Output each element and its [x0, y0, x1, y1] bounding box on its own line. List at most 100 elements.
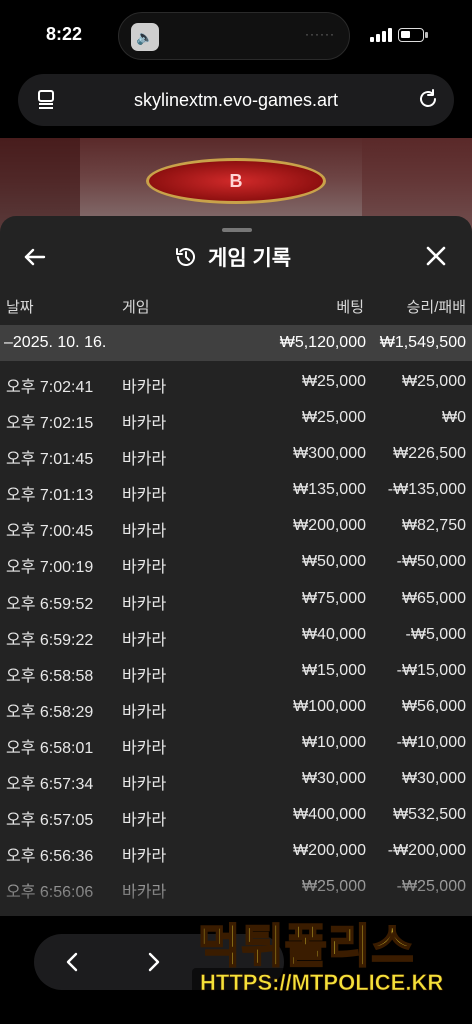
row-result: ₩30,000	[401, 770, 466, 788]
col-game: 게임	[122, 299, 150, 316]
address-bar[interactable]: skylinextm.evo-games.art	[18, 74, 454, 126]
row-bet: ₩10,000	[301, 733, 366, 751]
table-row[interactable]: 오후 6:57:34 바카라 ₩30,000 ₩30,000	[0, 762, 472, 798]
row-time: 오후 7:01:45	[6, 451, 94, 469]
row-result: -₩135,000	[387, 481, 466, 499]
history-icon	[176, 248, 195, 266]
row-game: 바카라	[122, 667, 167, 685]
row-time: 오후 6:57:34	[6, 776, 94, 794]
row-result: ₩25,000	[401, 373, 466, 390]
row-time: 오후 6:59:22	[6, 631, 94, 649]
row-bet: ₩25,000	[301, 373, 366, 390]
panel-header: 게임 기록	[0, 236, 472, 280]
reload-icon[interactable]	[416, 87, 440, 111]
row-game: 바카라	[122, 487, 167, 505]
row-result: ₩56,000	[401, 697, 466, 715]
row-result: ₩0	[442, 409, 466, 427]
row-game: 바카라	[122, 523, 167, 541]
drag-handle[interactable]	[222, 228, 252, 232]
row-bet: ₩15,000	[301, 661, 366, 679]
date-group-row[interactable]: –2025. 10. 16. ₩5,120,000 ₩1,549,500	[0, 325, 472, 361]
row-time: 오후 6:59:52	[6, 595, 94, 613]
table-row[interactable]: 오후 6:56:36 바카라 ₩200,000 -₩200,000	[0, 834, 472, 870]
row-bet: ₩135,000	[293, 481, 366, 499]
row-game: 바카라	[122, 595, 167, 613]
row-bet: ₩25,000	[301, 878, 366, 896]
table-row[interactable]: 오후 6:59:22 바카라 ₩40,000 -₩5,000	[0, 618, 472, 654]
row-bet: ₩300,000	[293, 445, 366, 463]
row-game: 바카라	[122, 776, 167, 794]
row-bet: ₩400,000	[293, 806, 366, 824]
row-time: 오후 6:58:58	[6, 667, 94, 685]
row-bet: ₩50,000	[301, 553, 366, 571]
table-row[interactable]: 오후 7:00:45 바카라 ₩200,000 ₩82,750	[0, 509, 472, 545]
col-result: 승리/패배	[406, 299, 466, 316]
row-result: -₩15,000	[396, 661, 466, 679]
status-bar: 8:22 🔈 ······	[0, 0, 472, 66]
history-list: 오후 7:02:41 바카라 ₩25,000 ₩25,000 오후 7:02:15 바카라…	[0, 365, 472, 906]
row-bet: ₩100,000	[293, 697, 366, 715]
watermark-title: 먹튀폴리스	[197, 918, 415, 974]
speaker-icon: 🔈	[131, 23, 159, 51]
row-game: 바카라	[122, 559, 167, 577]
row-result: ₩226,500	[393, 445, 466, 463]
row-bet: ₩200,000	[293, 842, 366, 860]
row-game: 바카라	[122, 631, 167, 649]
panel-title-text: 게임 기록	[208, 247, 292, 270]
table-row[interactable]: 오후 7:01:13 바카라 ₩135,000 -₩135,000	[0, 473, 472, 509]
row-time: 오후 7:00:45	[6, 523, 94, 541]
table-row[interactable]: 오후 6:58:01 바카라 ₩10,000 -₩10,000	[0, 726, 472, 762]
row-result: ₩532,500	[393, 806, 466, 824]
table-row[interactable]: 오후 7:01:45 바카라 ₩300,000 ₩226,500	[0, 437, 472, 473]
row-result: ₩65,000	[401, 589, 466, 607]
banker-label: B	[229, 170, 243, 191]
banker-bet-spot[interactable]: B	[146, 158, 326, 204]
chevron-left-icon[interactable]	[60, 949, 86, 975]
battery-icon	[398, 28, 428, 42]
table-row[interactable]: 오후 7:02:15 바카라 ₩25,000 ₩0	[0, 401, 472, 437]
chevron-right-icon[interactable]	[140, 949, 166, 975]
row-time: 오후 6:56:06	[6, 884, 94, 902]
row-bet: ₩30,000	[301, 770, 366, 788]
row-game: 바카라	[122, 379, 167, 396]
dynamic-island: 🔈 ······	[118, 12, 350, 60]
row-bet: ₩75,000	[301, 589, 366, 607]
url-text[interactable]: skylinextm.evo-games.art	[18, 90, 454, 111]
row-game: 바카라	[122, 451, 167, 469]
col-bet: 베팅	[336, 299, 364, 316]
watermark-url: HTTPS://MTPOLICE.KR	[200, 970, 444, 996]
row-result: -₩5,000	[405, 625, 466, 643]
table-row[interactable]: 오후 6:58:29 바카라 ₩100,000 ₩56,000	[0, 690, 472, 726]
row-game: 바카라	[122, 884, 167, 902]
row-time: 오후 6:58:01	[6, 739, 94, 757]
game-history-panel: 게임 기록 날짜 게임 베팅 승리/패배 –2025. 10. 16. ₩5,1…	[0, 216, 472, 916]
table-row[interactable]: 오후 6:56:06 바카라 ₩25,000 -₩25,000	[0, 870, 472, 906]
row-bet: ₩200,000	[293, 517, 366, 535]
table-row[interactable]: 오후 6:57:05 바카라 ₩400,000 ₩532,500	[0, 798, 472, 834]
row-bet: ₩25,000	[301, 409, 366, 427]
row-game: 바카라	[122, 812, 167, 830]
table-row[interactable]: 오후 6:58:58 바카라 ₩15,000 -₩15,000	[0, 654, 472, 690]
row-result: ₩82,750	[401, 517, 466, 535]
row-time: 오후 7:02:41	[6, 379, 94, 396]
col-date: 날짜	[6, 299, 34, 316]
status-time: 8:22	[46, 24, 83, 44]
row-time: 오후 6:56:36	[6, 848, 94, 866]
row-game: 바카라	[122, 703, 167, 721]
table-row[interactable]: 오후 6:59:52 바카라 ₩75,000 ₩65,000	[0, 582, 472, 618]
table-row[interactable]: 오후 7:02:41 바카라 ₩25,000 ₩25,000	[0, 365, 472, 401]
row-time: 오후 6:58:29	[6, 703, 94, 721]
date-group-label: –2025. 10. 16.	[4, 334, 107, 351]
column-headers: 날짜 게임 베팅 승리/패배	[0, 296, 472, 322]
row-game: 바카라	[122, 415, 167, 433]
row-game: 바카라	[122, 739, 167, 757]
back-arrow-icon[interactable]	[22, 244, 48, 270]
close-icon[interactable]	[424, 244, 448, 268]
row-bet: ₩40,000	[301, 625, 366, 643]
date-group-result-total: ₩1,549,500	[379, 334, 466, 351]
waveform-icon: ······	[305, 27, 335, 41]
date-group-bet-total: ₩5,120,000	[279, 334, 366, 351]
row-time: 오후 7:01:13	[6, 487, 94, 505]
row-result: -₩10,000	[396, 733, 466, 751]
table-row[interactable]: 오후 7:00:19 바카라 ₩50,000 -₩50,000	[0, 545, 472, 581]
